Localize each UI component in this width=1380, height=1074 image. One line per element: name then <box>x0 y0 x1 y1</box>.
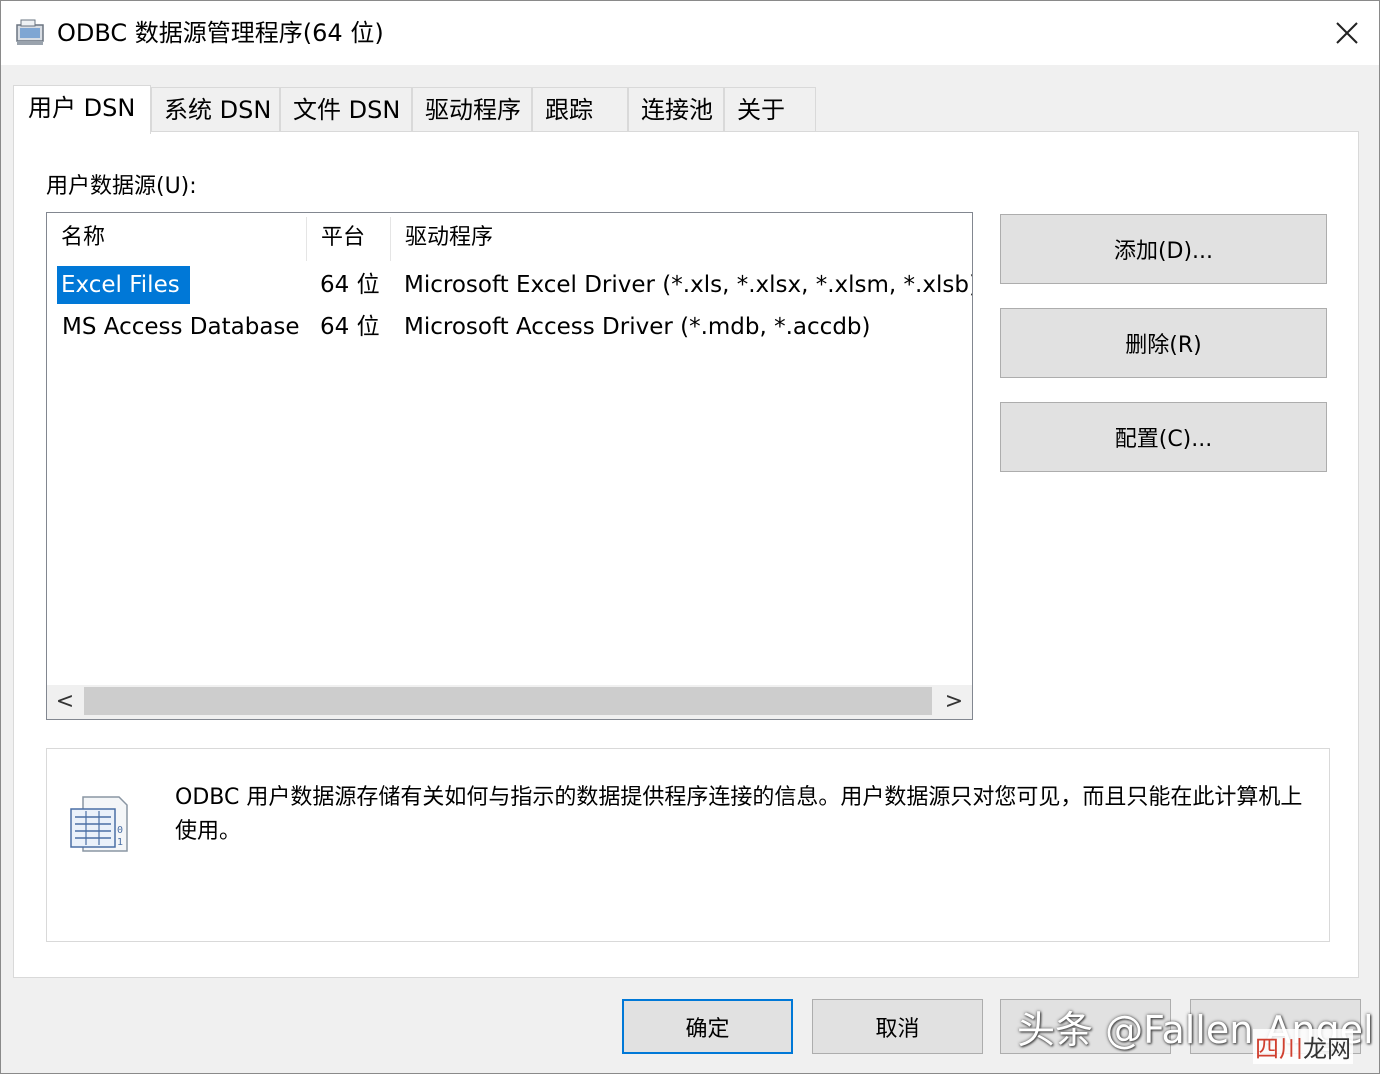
list-header: 名称 平台 驱动程序 <box>47 213 972 263</box>
tab-user-dsn[interactable]: 用户 DSN <box>13 85 151 134</box>
datasource-document-icon: 0 1 <box>70 796 128 852</box>
svg-text:0: 0 <box>117 825 123 836</box>
column-header-driver[interactable]: 驱动程序 <box>391 213 971 263</box>
dsn-name: MS Access Database <box>62 314 300 340</box>
svg-text:1: 1 <box>117 837 123 848</box>
tab-connection-pooling[interactable]: 连接池 <box>628 87 724 131</box>
column-header-name[interactable]: 名称 <box>47 213 307 263</box>
configure-button[interactable]: 配置(C)... <box>1000 402 1327 472</box>
close-icon <box>1336 22 1358 44</box>
user-dsn-panel: 用户数据源(U): 名称 平台 驱动程序 Excel Files 64 位 Mi… <box>13 131 1359 978</box>
dsn-list[interactable]: 名称 平台 驱动程序 Excel Files 64 位 Microsoft Ex… <box>46 212 973 720</box>
tab-tracing[interactable]: 跟踪 <box>532 87 628 131</box>
add-button[interactable]: 添加(D)... <box>1000 214 1327 284</box>
cancel-button[interactable]: 取消 <box>812 999 983 1054</box>
chevron-right-icon: > <box>944 689 964 714</box>
table-row[interactable]: Excel Files 64 位 Microsoft Excel Driver … <box>47 264 972 306</box>
odbc-app-icon <box>16 19 44 45</box>
dsn-name-cell: Excel Files <box>57 264 190 306</box>
scroll-left-button[interactable]: < <box>47 685 83 719</box>
tab-system-dsn[interactable]: 系统 DSN <box>151 87 280 131</box>
scroll-right-button[interactable]: > <box>936 685 972 719</box>
title-bar: ODBC 数据源管理程序(64 位) <box>1 1 1379 65</box>
table-row[interactable]: MS Access Database 64 位 Microsoft Access… <box>47 306 972 348</box>
tab-drivers[interactable]: 驱动程序 <box>412 87 532 131</box>
odbc-dialog: ODBC 数据源管理程序(64 位) 用户 DSN 系统 DSN 文件 DSN … <box>0 0 1380 1074</box>
tab-about[interactable]: 关于 <box>724 87 816 131</box>
tab-file-dsn[interactable]: 文件 DSN <box>280 87 412 131</box>
dsn-name: Excel Files <box>57 266 190 304</box>
column-header-platform[interactable]: 平台 <box>307 213 391 263</box>
close-button[interactable] <box>1315 1 1379 65</box>
site-watermark: 四川龙网 <box>1253 1029 1353 1064</box>
dsn-driver: Microsoft Excel Driver (*.xls, *.xlsx, *… <box>404 272 973 298</box>
ok-button[interactable]: 确定 <box>622 999 793 1054</box>
site-watermark-part1: 四川 <box>1255 1035 1303 1063</box>
dsn-platform: 64 位 <box>320 272 380 298</box>
window-title: ODBC 数据源管理程序(64 位) <box>57 19 384 47</box>
chevron-left-icon: < <box>55 689 75 714</box>
horizontal-scrollbar[interactable]: < > <box>47 685 972 719</box>
dsn-driver: Microsoft Access Driver (*.mdb, *.accdb) <box>404 314 871 340</box>
info-box: 0 1 ODBC 用户数据源存储有关如何与指示的数据提供程序连接的信息。用户数据… <box>46 748 1330 942</box>
remove-button[interactable]: 删除(R) <box>1000 308 1327 378</box>
scrollbar-thumb[interactable] <box>84 687 932 715</box>
user-data-sources-label: 用户数据源(U): <box>46 174 197 199</box>
site-watermark-part2: 龙网 <box>1303 1035 1351 1063</box>
info-description: ODBC 用户数据源存储有关如何与指示的数据提供程序连接的信息。用户数据源只对您… <box>175 785 1303 844</box>
dsn-platform: 64 位 <box>320 314 380 340</box>
